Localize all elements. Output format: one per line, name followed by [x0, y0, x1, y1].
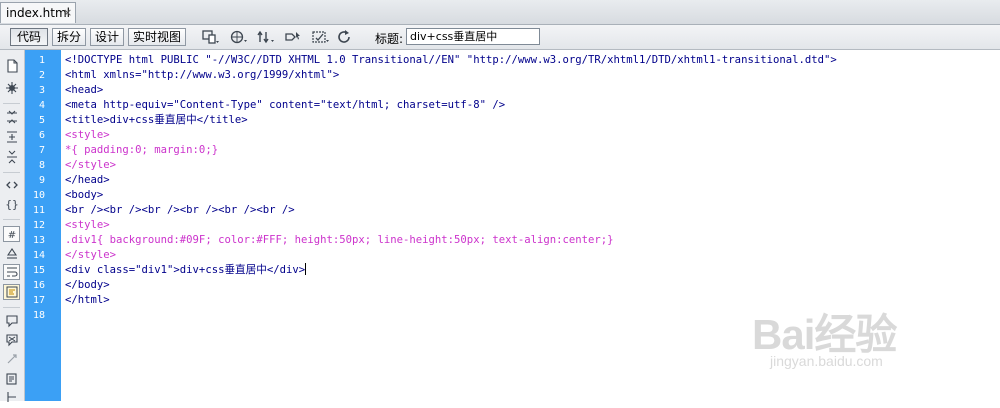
document-tab-bar: index.html × — [0, 0, 1000, 25]
code-line-11: <br /><br /><br /><br /><br /><br /> — [65, 204, 295, 216]
text-cursor — [305, 263, 307, 275]
code-line-10: <body> — [65, 189, 104, 201]
code-line-8: </style> — [65, 159, 117, 171]
line-number: 13 — [32, 235, 45, 246]
line-number: 12 — [32, 220, 45, 231]
file-tab-label: index.html — [6, 6, 70, 20]
line-number: 5 — [38, 115, 45, 126]
line-number: 6 — [38, 130, 45, 141]
code-view-button[interactable]: 代码 — [10, 28, 48, 46]
code-line-12: <style> — [65, 219, 110, 231]
refresh-icon[interactable] — [336, 29, 354, 45]
document-toolbar: 代码 拆分 设计 实时视图 标题: div+css垂直居中 — [0, 25, 1000, 50]
line-number: 15 — [32, 265, 45, 276]
live-view-button[interactable]: 实时视图 — [128, 28, 186, 46]
code-line-16: </body> — [65, 279, 110, 291]
line-number: 1 — [38, 55, 45, 66]
line-number: 9 — [38, 175, 45, 186]
code-line-3: <head> — [65, 84, 104, 96]
close-icon[interactable]: × — [63, 6, 72, 19]
code-line-15: <div class="div1">div+css垂直居中</div> — [65, 263, 307, 278]
code-line-17: </html> — [65, 294, 110, 306]
code-line-7: *{ padding:0; margin:0;} — [65, 144, 219, 156]
code-line-6: <style> — [65, 129, 110, 141]
line-number: 8 — [38, 160, 45, 171]
line-number: 11 — [32, 205, 45, 216]
code-line-15-text: <div class="div1">div+css垂直居中</div> — [65, 264, 306, 276]
line-number: 14 — [32, 250, 45, 261]
code-line-1: <!DOCTYPE html PUBLIC "-//W3C//DTD XHTML… — [65, 54, 837, 66]
line-number-gutter: 1 2 3 4 5 6 7 8 9 10 11 12 13 14 15 16 1… — [25, 50, 61, 401]
remove-comment-icon[interactable] — [3, 333, 20, 349]
move-css-icon[interactable] — [3, 390, 20, 406]
line-number: 17 — [32, 295, 45, 306]
wrap-tag-icon[interactable] — [3, 352, 20, 368]
multiscreen-icon[interactable] — [202, 29, 220, 45]
split-view-button[interactable]: 拆分 — [52, 28, 86, 46]
file-tab-index-html[interactable]: index.html × — [0, 2, 76, 23]
line-number: 2 — [38, 70, 45, 81]
visual-aids-icon[interactable] — [312, 29, 330, 45]
line-number: 16 — [32, 280, 45, 291]
baidu-jingyan-watermark: Bai经验 jingyan.baidu.com — [752, 301, 942, 371]
watermark-url: jingyan.baidu.com — [770, 353, 883, 369]
code-line-2: <html xmlns="http://www.w3.org/1999/xhtm… — [65, 69, 340, 81]
line-number: 18 — [32, 310, 45, 321]
title-label: 标题: — [375, 32, 404, 46]
design-view-button[interactable]: 设计 — [90, 28, 124, 46]
preview-globe-icon[interactable] — [230, 29, 248, 45]
code-line-4: <meta http-equiv="Content-Type" content=… — [65, 99, 506, 111]
code-line-5: <title>div+css垂直居中</title> — [65, 114, 248, 126]
file-management-icon[interactable] — [257, 29, 275, 45]
line-number: 3 — [38, 85, 45, 96]
line-number: 7 — [38, 145, 45, 156]
title-input[interactable]: div+css垂直居中 — [406, 28, 540, 45]
code-line-9: </head> — [65, 174, 110, 186]
code-line-13: .div1{ background:#09F; color:#FFF; heig… — [65, 234, 614, 246]
code-line-14: </style> — [65, 249, 117, 261]
line-number: 10 — [32, 190, 45, 201]
line-number: 4 — [38, 100, 45, 111]
inspect-icon[interactable] — [285, 29, 303, 45]
recent-snippets-icon[interactable] — [3, 372, 20, 388]
